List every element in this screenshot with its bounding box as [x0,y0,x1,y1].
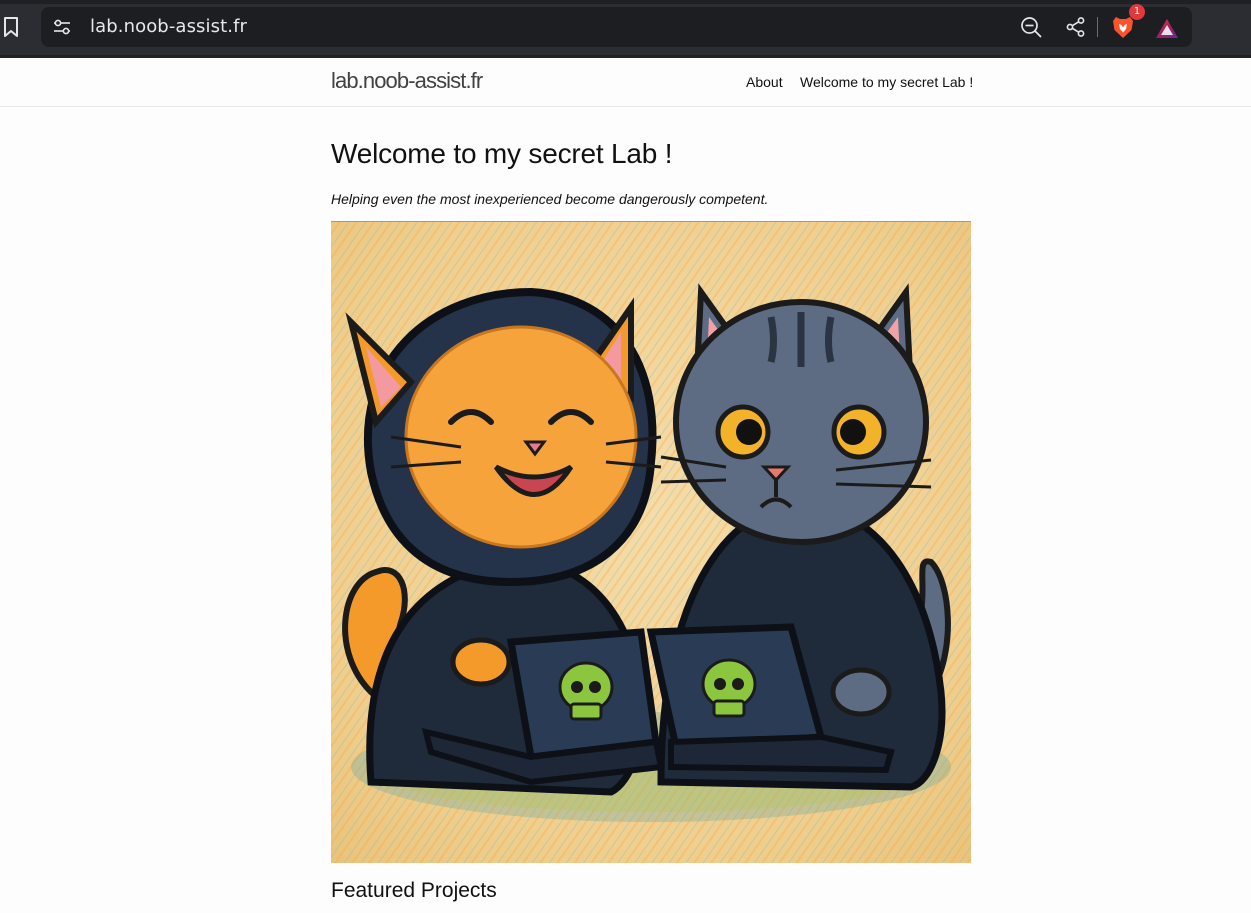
rewards-notification-badge: 1 [1129,4,1145,20]
nav-link-welcome[interactable]: Welcome to my secret Lab ! [800,73,973,91]
site-header: lab.noob-assist.fr About Welcome to my s… [0,58,1251,107]
toolbar-divider [1097,17,1098,37]
zoom-out-icon[interactable] [1020,16,1042,38]
page-title: Welcome to my secret Lab ! [331,138,673,169]
address-bar[interactable]: lab.noob-assist.fr [41,7,1192,47]
brave-lion-icon[interactable] [1112,15,1134,40]
nav-link-about[interactable]: About [746,73,783,91]
site-settings-icon[interactable] [52,17,72,37]
browser-top-edge [0,0,1251,4]
brave-rewards-icon[interactable] [1154,17,1180,41]
browser-toolbar: lab.noob-assist.fr 1 [0,0,1251,58]
featured-projects-heading: Featured Projects [331,879,497,902]
url-text[interactable]: lab.noob-assist.fr [90,16,247,38]
bookmark-icon[interactable] [2,16,20,38]
hero-illustration [331,222,971,863]
share-icon[interactable] [1065,16,1087,38]
site-title-link[interactable]: lab.noob-assist.fr [331,68,483,94]
hero-image [331,221,971,863]
tagline: Helping even the most inexperienced beco… [331,191,769,207]
